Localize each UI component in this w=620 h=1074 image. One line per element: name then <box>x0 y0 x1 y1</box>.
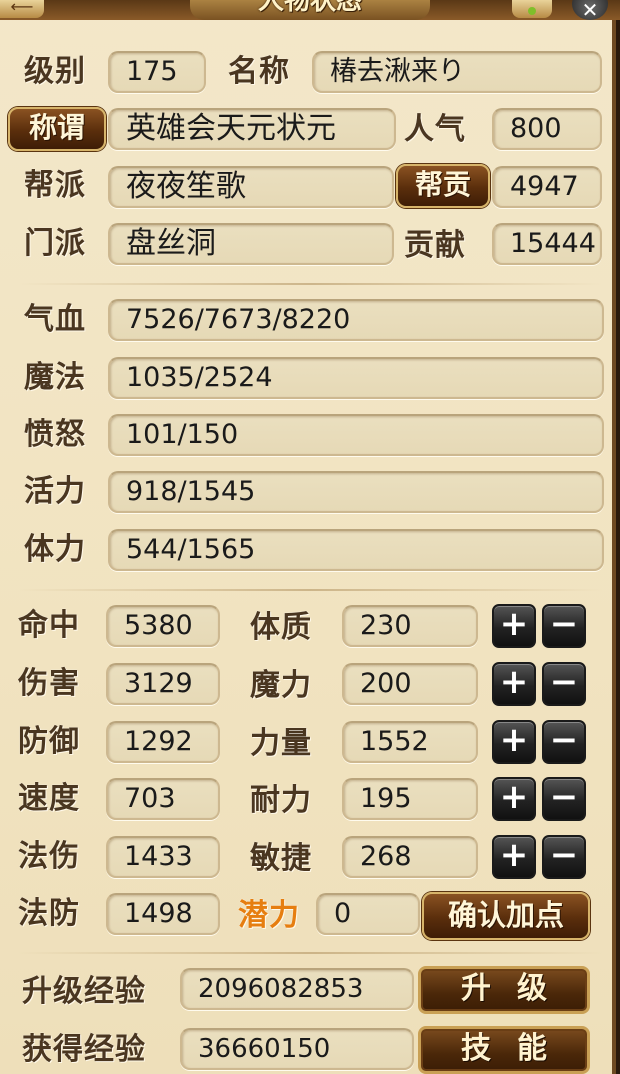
damage-label: 伤害 <box>18 666 80 701</box>
popularity-value: 800 <box>492 108 602 150</box>
constitution-label: 体质 <box>250 610 312 645</box>
constitution-minus-button[interactable]: − <box>542 604 586 648</box>
plus-icon: + <box>499 662 529 702</box>
section-divider <box>18 283 603 285</box>
back-button[interactable]: ⟵ <box>0 0 44 18</box>
strength-minus-button[interactable]: − <box>542 720 586 764</box>
levelup-exp-value: 2096082853 <box>180 968 414 1010</box>
skills-button[interactable]: 技能 <box>418 1026 590 1074</box>
section-divider <box>18 952 603 954</box>
potential-value: 0 <box>316 893 420 935</box>
endurance-minus-button[interactable]: − <box>542 777 586 821</box>
title-value: 英雄会天元状元 <box>108 108 396 150</box>
accuracy-value: 5380 <box>106 605 220 647</box>
magic-damage-label: 法伤 <box>18 839 80 874</box>
close-icon: ✕ <box>581 0 599 22</box>
accuracy-label: 命中 <box>18 608 80 643</box>
sect-label: 门派 <box>24 226 86 261</box>
popularity-label: 人气 <box>404 112 466 147</box>
endurance-label: 耐力 <box>250 783 312 818</box>
name-value: 椿去湫来り <box>312 51 602 93</box>
vitality-label: 活力 <box>24 474 86 509</box>
agility-label: 敏捷 <box>250 841 312 876</box>
contribution-value: 15444 <box>492 223 602 265</box>
hp-value: 7526/7673/8220 <box>108 299 604 341</box>
speed-label: 速度 <box>18 781 80 816</box>
confirm-points-button[interactable]: 确认加点 <box>422 892 590 940</box>
name-label: 名称 <box>228 54 290 89</box>
levelup-button[interactable]: 升级 <box>418 966 590 1014</box>
guild-label: 帮派 <box>24 168 86 203</box>
magic-damage-value: 1433 <box>106 836 220 878</box>
contribution-label: 贡献 <box>404 228 466 263</box>
levelup-exp-label: 升级经验 <box>22 974 146 1009</box>
minus-icon: − <box>549 720 579 760</box>
magic-power-label: 魔力 <box>250 668 312 703</box>
plus-icon: + <box>499 604 529 644</box>
speed-value: 703 <box>106 778 220 820</box>
minus-icon: − <box>549 835 579 875</box>
guild-contribution-value: 4947 <box>492 166 602 208</box>
minus-icon: − <box>549 777 579 817</box>
plus-icon: + <box>499 777 529 817</box>
level-value: 175 <box>108 51 206 93</box>
strength-label: 力量 <box>250 726 312 761</box>
plus-icon: + <box>499 720 529 760</box>
guild-contribution-button[interactable]: 帮贡 <box>396 164 490 208</box>
agility-minus-button[interactable]: − <box>542 835 586 879</box>
magic-power-minus-button[interactable]: − <box>542 662 586 706</box>
rage-value: 101/150 <box>108 414 604 456</box>
mp-value: 1035/2524 <box>108 357 604 399</box>
window-title: 人物状态 <box>190 0 430 20</box>
plus-icon: + <box>499 835 529 875</box>
character-status-panel: ⟵ 人物状态 ✕ 级别 175 名称 椿去湫来り 称谓 英雄会天元状元 人气 8… <box>0 0 620 1074</box>
strength-plus-button[interactable]: + <box>492 720 536 764</box>
gained-exp-value: 36660150 <box>180 1028 414 1070</box>
strength-value: 1552 <box>342 721 478 763</box>
endurance-plus-button[interactable]: + <box>492 777 536 821</box>
sect-value: 盘丝洞 <box>108 223 394 265</box>
magic-defense-label: 法防 <box>18 896 80 931</box>
agility-plus-button[interactable]: + <box>492 835 536 879</box>
potential-label: 潜力 <box>238 898 300 933</box>
hp-label: 气血 <box>24 302 86 337</box>
endurance-value: 195 <box>342 778 478 820</box>
magic-power-value: 200 <box>342 663 478 705</box>
minus-icon: − <box>549 662 579 702</box>
back-arrow-icon: ⟵ <box>10 0 34 16</box>
constitution-plus-button[interactable]: + <box>492 604 536 648</box>
title-button[interactable]: 称谓 <box>8 107 106 151</box>
agility-value: 268 <box>342 836 478 878</box>
guild-value: 夜夜笙歌 <box>108 166 394 208</box>
defense-label: 防御 <box>18 724 80 759</box>
damage-value: 3129 <box>106 663 220 705</box>
mp-label: 魔法 <box>24 360 86 395</box>
section-divider <box>18 589 603 591</box>
constitution-value: 230 <box>342 605 478 647</box>
gained-exp-label: 获得经验 <box>22 1032 146 1067</box>
stamina-label: 体力 <box>24 532 86 567</box>
vitality-value: 918/1545 <box>108 471 604 513</box>
magic-defense-value: 1498 <box>106 893 220 935</box>
rage-label: 愤怒 <box>24 417 86 452</box>
level-label: 级别 <box>24 54 86 89</box>
minus-icon: − <box>549 604 579 644</box>
defense-value: 1292 <box>106 721 220 763</box>
status-indicator-button[interactable] <box>512 0 552 18</box>
magic-power-plus-button[interactable]: + <box>492 662 536 706</box>
green-dot-icon <box>528 7 536 15</box>
stamina-value: 544/1565 <box>108 529 604 571</box>
